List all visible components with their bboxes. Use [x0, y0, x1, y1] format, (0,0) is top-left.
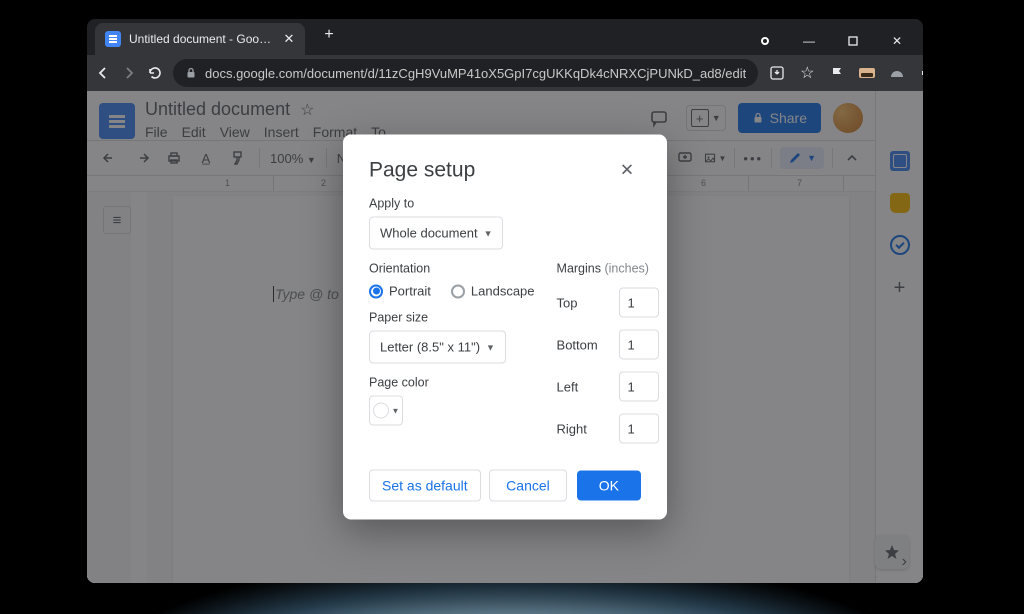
browser-tab[interactable]: Untitled document - Google Doc ✕: [95, 23, 305, 55]
new-tab-button[interactable]: +: [317, 23, 341, 47]
extension-flag-icon[interactable]: [828, 64, 846, 82]
margin-right-label: Right: [557, 421, 609, 436]
browser-toolbar: docs.google.com/document/d/11zCgH9VuMP41…: [87, 55, 923, 91]
docs-favicon-icon: [105, 31, 121, 47]
extensions-puzzle-icon[interactable]: [918, 64, 923, 82]
window-maximize-icon[interactable]: [833, 27, 873, 55]
install-app-icon[interactable]: [768, 64, 786, 82]
lock-icon: [185, 67, 197, 79]
dialog-close-icon[interactable]: ✕: [613, 157, 641, 185]
radio-dot-icon: [369, 284, 383, 298]
paper-size-label: Paper size: [369, 311, 535, 325]
dialog-title: Page setup: [369, 159, 475, 183]
tab-close-icon[interactable]: ✕: [281, 31, 297, 47]
window-close-icon[interactable]: ✕: [877, 27, 917, 55]
tab-title: Untitled document - Google Doc: [129, 32, 273, 46]
ok-button[interactable]: OK: [577, 471, 641, 501]
nav-back-icon[interactable]: [95, 62, 111, 84]
apply-to-label: Apply to: [369, 197, 641, 211]
margin-top-input[interactable]: [619, 288, 659, 318]
extension-icons: ☆ ⋮: [768, 64, 923, 82]
window-controls: — ✕: [745, 27, 923, 55]
nav-reload-icon[interactable]: [147, 62, 163, 84]
page-color-label: Page color: [369, 376, 535, 390]
browser-titlebar: Untitled document - Google Doc ✕ + — ✕: [87, 19, 923, 55]
window-pip-icon[interactable]: [745, 27, 785, 55]
margin-bottom-label: Bottom: [557, 337, 609, 352]
google-docs-app: Untitled document ☆ File Edit View Inser…: [87, 91, 923, 583]
url-text: docs.google.com/document/d/11zCgH9VuMP41…: [205, 66, 746, 81]
color-swatch-icon: [373, 403, 389, 419]
paper-size-dropdown[interactable]: Letter (8.5" x 11")▼: [369, 331, 506, 364]
margin-right-input[interactable]: [619, 414, 659, 444]
page-color-dropdown[interactable]: ▼: [369, 396, 403, 426]
cancel-button[interactable]: Cancel: [489, 470, 567, 502]
browser-window: Untitled document - Google Doc ✕ + — ✕ d…: [87, 19, 923, 583]
margin-left-input[interactable]: [619, 372, 659, 402]
set-as-default-button[interactable]: Set as default: [369, 470, 481, 502]
orientation-portrait-radio[interactable]: Portrait: [369, 284, 431, 299]
bookmark-star-icon[interactable]: ☆: [798, 64, 816, 82]
extension-vpn-icon[interactable]: [888, 64, 906, 82]
window-minimize-icon[interactable]: —: [789, 27, 829, 55]
orientation-landscape-radio[interactable]: Landscape: [451, 284, 535, 299]
margins-label: Margins (inches): [557, 262, 659, 276]
margin-bottom-input[interactable]: [619, 330, 659, 360]
page-setup-dialog: Page setup ✕ Apply to Whole document▼ Or…: [343, 135, 667, 520]
radio-dot-icon: [451, 284, 465, 298]
orientation-label: Orientation: [369, 262, 535, 276]
nav-forward-icon[interactable]: [121, 62, 137, 84]
apply-to-dropdown[interactable]: Whole document▼: [369, 217, 503, 250]
address-bar[interactable]: docs.google.com/document/d/11zCgH9VuMP41…: [173, 59, 758, 87]
margin-top-label: Top: [557, 295, 609, 310]
margin-left-label: Left: [557, 379, 609, 394]
extension-badge-icon[interactable]: [858, 64, 876, 82]
